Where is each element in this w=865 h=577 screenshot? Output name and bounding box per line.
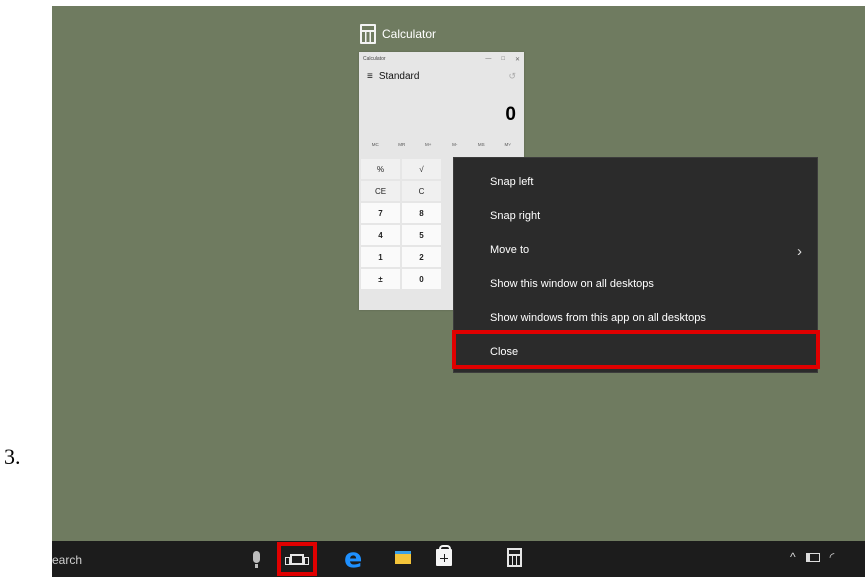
task-view-window-title-text: Calculator <box>382 27 437 41</box>
thumbnail-title: Calculator <box>363 56 386 62</box>
memory-button: MC <box>371 141 379 147</box>
calculator-key: √ <box>402 159 441 179</box>
minimize-icon: — <box>485 55 492 62</box>
calculator-key: 7 <box>361 203 400 223</box>
menu-item-move-to[interactable]: Move to <box>490 244 529 256</box>
chevron-up-icon[interactable]: ^ <box>790 550 796 564</box>
menu-item-snap-left[interactable]: Snap left <box>490 176 533 188</box>
memory-button: M+ <box>425 141 432 147</box>
calculator-key: CE <box>361 181 400 201</box>
task-view-window-title[interactable]: Calculator <box>360 23 436 45</box>
calculator-mode-label: Standard <box>378 70 420 82</box>
calculator-key: 1 <box>361 247 400 267</box>
memory-button: MR <box>398 141 406 147</box>
maximize-icon: □ <box>501 55 505 62</box>
chevron-right-icon: › <box>797 243 802 260</box>
calculator-key: 5 <box>402 225 441 245</box>
file-explorer-icon[interactable] <box>395 551 411 564</box>
calculator-key: 0 <box>402 269 441 289</box>
store-icon[interactable] <box>436 545 452 566</box>
calculator-key: 8 <box>402 203 441 223</box>
menu-item-snap-right[interactable]: Snap right <box>490 210 540 222</box>
calculator-key: 2 <box>402 247 441 267</box>
calculator-key: ± <box>361 269 400 289</box>
calculator-key: % <box>361 159 400 179</box>
calculator-display: 0 <box>505 104 516 125</box>
search-box[interactable]: earch <box>52 553 82 567</box>
menu-item-show-app-windows-all-desktops[interactable]: Show windows from this app on all deskto… <box>490 312 706 324</box>
close-icon: ✕ <box>514 56 520 63</box>
calculator-taskbar-icon[interactable] <box>507 548 522 567</box>
memory-row: MC MR M+ M- MS M˅ <box>359 138 524 150</box>
task-view-icon <box>285 553 309 565</box>
history-icon: ↺ <box>508 70 516 81</box>
edge-icon[interactable]: e <box>344 543 362 574</box>
memory-button: MS <box>477 141 485 147</box>
wifi-icon[interactable]: ◜ <box>830 550 835 564</box>
system-tray: ^ ◜ <box>790 550 834 564</box>
menu-item-show-window-all-desktops[interactable]: Show this window on all desktops <box>490 278 654 290</box>
memory-button: M- <box>452 141 458 147</box>
thumbnail-titlebar: Calculator — □ ✕ <box>359 52 524 66</box>
calculator-icon <box>360 24 376 44</box>
calculator-key: 4 <box>361 225 400 245</box>
calculator-mode-bar: ≡ Standard ↺ <box>359 66 524 86</box>
step-number: 3. <box>4 444 21 469</box>
task-view-button[interactable] <box>277 542 317 576</box>
network-icon[interactable] <box>805 552 820 562</box>
hamburger-icon: ≡ <box>367 70 373 82</box>
taskbar: earch e ^ ◜ <box>52 541 865 577</box>
close-highlight-box <box>452 330 820 369</box>
calculator-key: C <box>402 181 441 201</box>
memory-button: M˅ <box>504 141 511 147</box>
microphone-icon[interactable] <box>253 551 260 568</box>
